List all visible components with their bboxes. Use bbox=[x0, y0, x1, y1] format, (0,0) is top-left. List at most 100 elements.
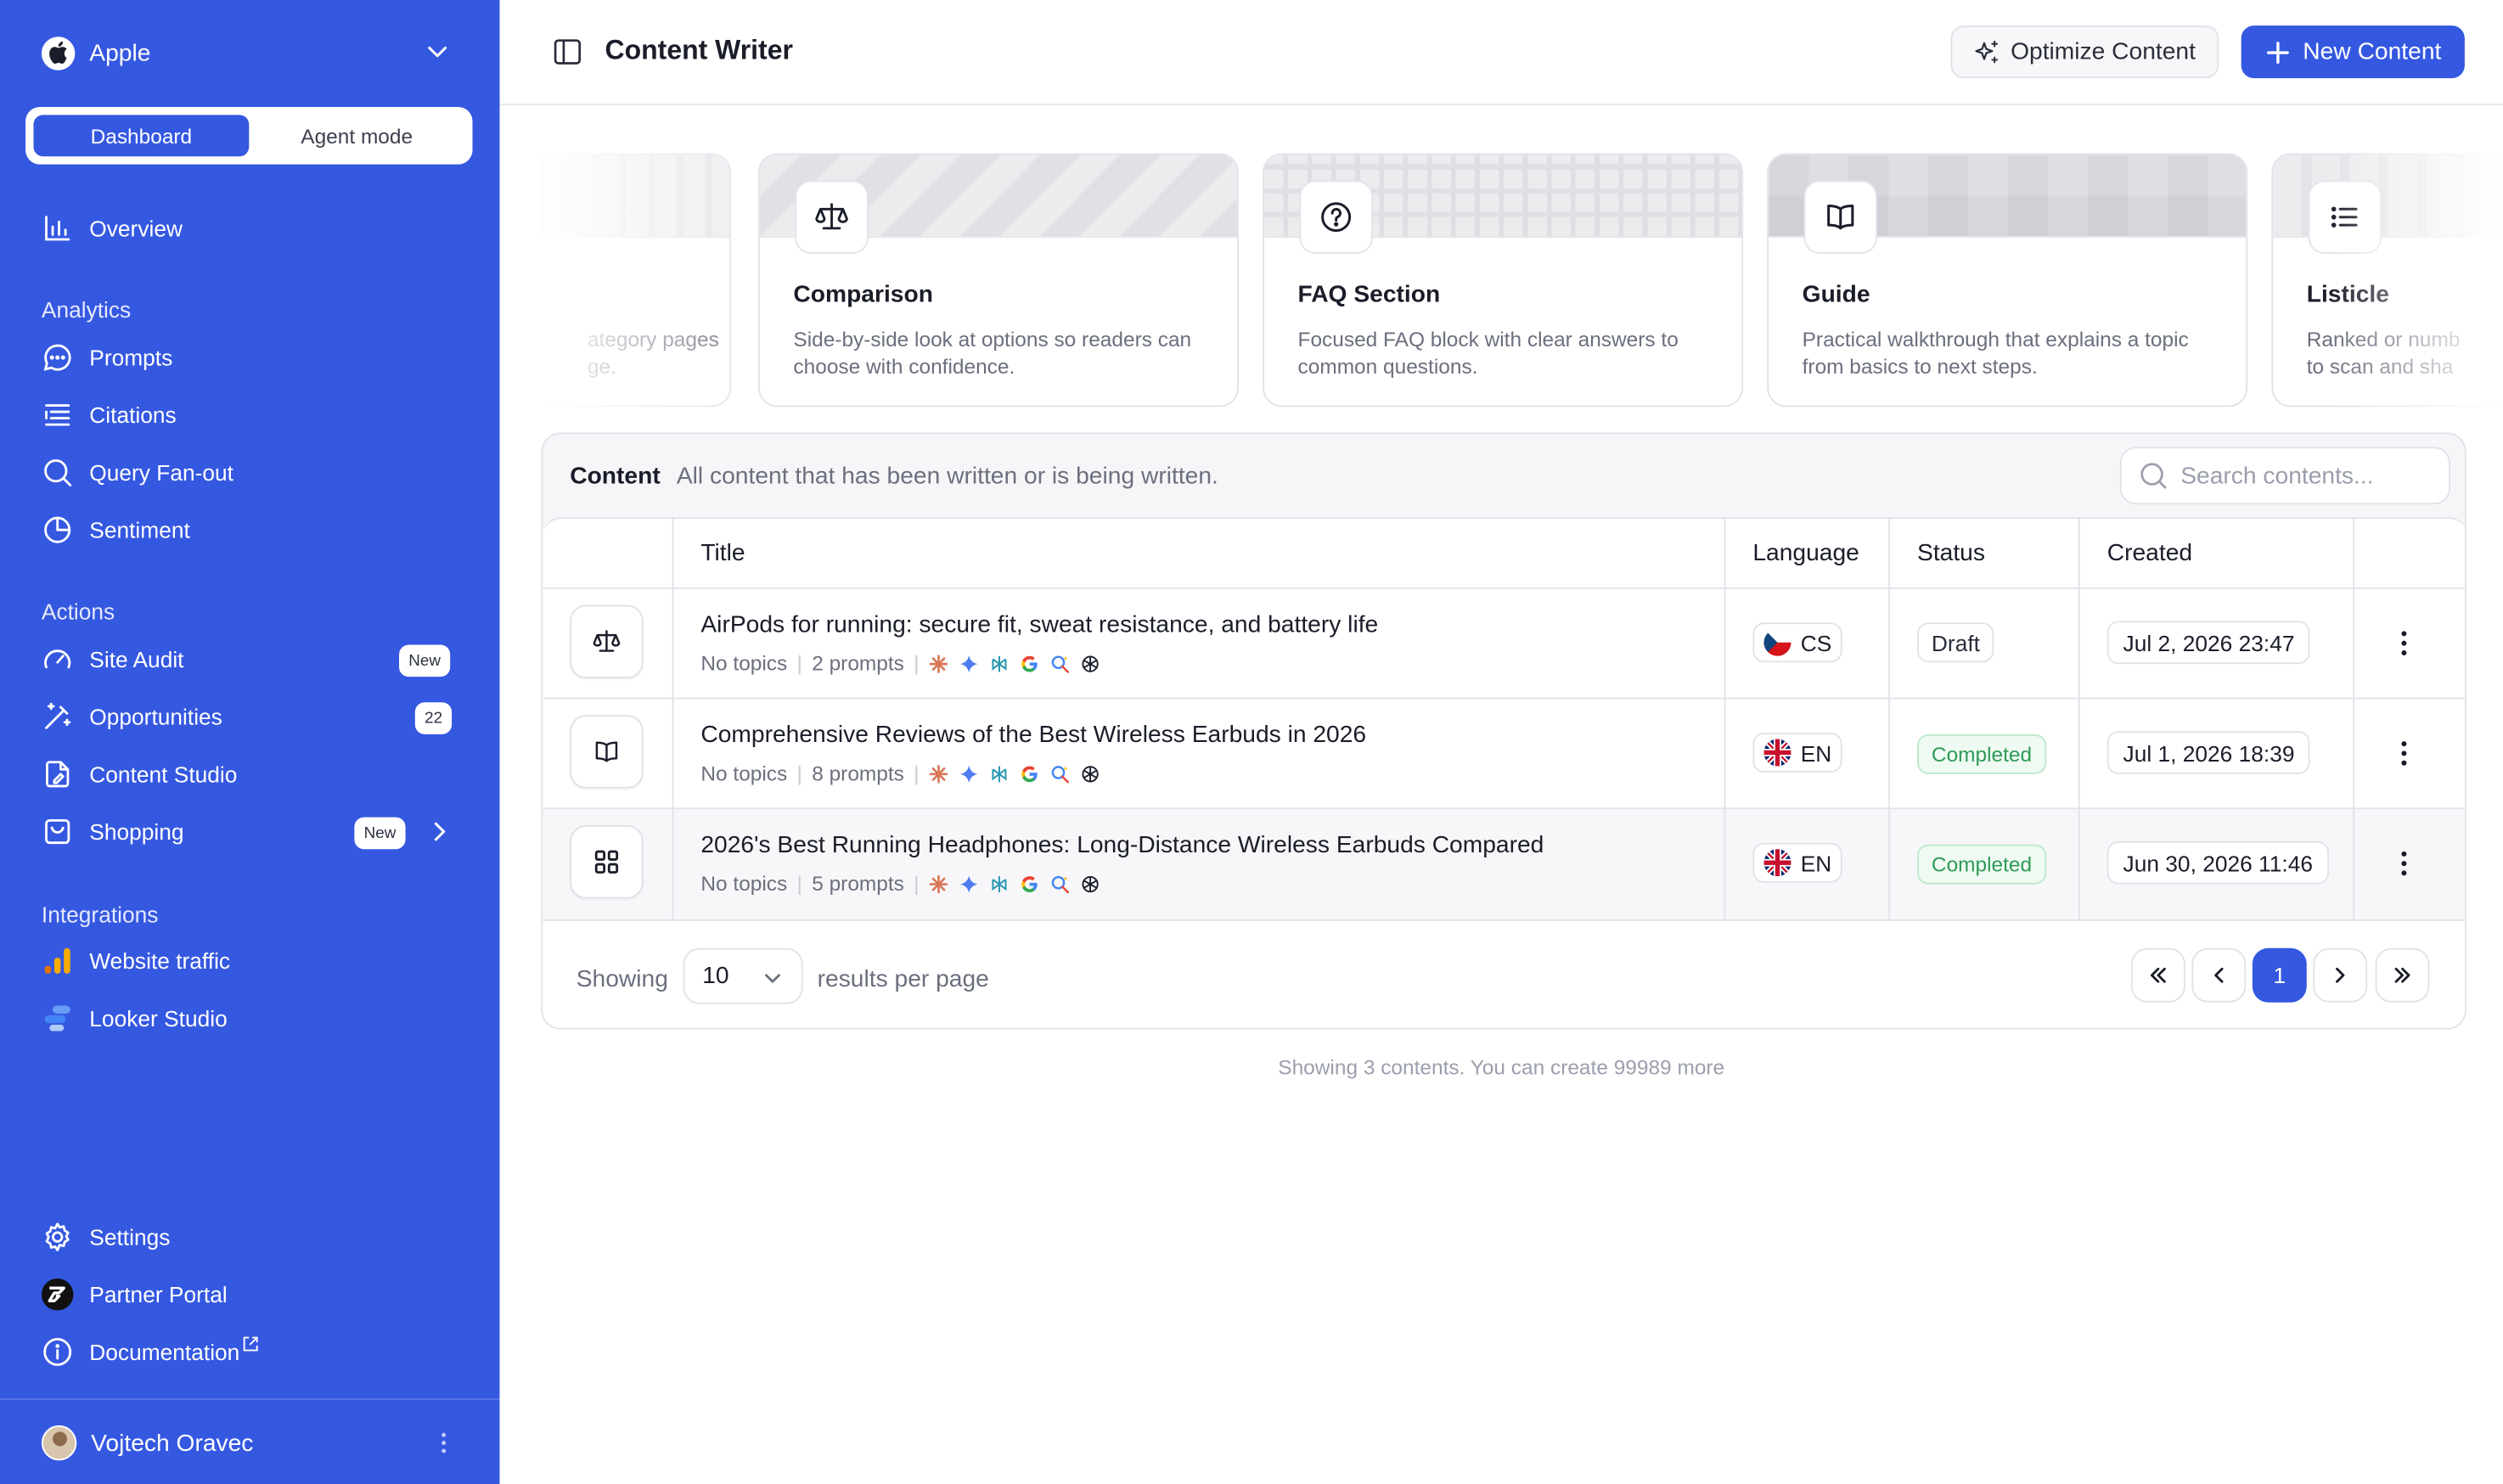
sidebar-item-documentation[interactable]: Documentation bbox=[42, 1335, 460, 1369]
book-icon bbox=[1803, 180, 1877, 254]
sidebar-item-opportunities[interactable]: Opportunities bbox=[42, 699, 460, 734]
pie-chart-icon bbox=[44, 516, 71, 543]
page-button-current[interactable]: 1 bbox=[2252, 947, 2307, 1003]
column-header-language[interactable]: Language bbox=[1752, 539, 1859, 566]
ai-models bbox=[929, 654, 1100, 673]
template-card-faq[interactable]: FAQ Section Focused FAQ block with clear… bbox=[1263, 153, 1744, 408]
sidebar-item-query-fan-out[interactable]: Query Fan-out bbox=[42, 455, 460, 490]
gemini-icon bbox=[959, 764, 979, 784]
meta-separator: | bbox=[914, 871, 920, 896]
sidebar-toggle-icon[interactable] bbox=[553, 37, 583, 67]
column-header-status[interactable]: Status bbox=[1917, 539, 1985, 566]
sidebar-item-content-studio[interactable]: Content Studio bbox=[42, 756, 460, 791]
sidebar-item-sentiment[interactable]: Sentiment bbox=[42, 513, 460, 548]
sidebar-divider bbox=[0, 1397, 500, 1400]
prompts-count: 2 prompts bbox=[812, 651, 904, 676]
content-title-link[interactable]: Comprehensive Reviews of the Best Wirele… bbox=[700, 722, 1366, 749]
sidebar-item-citations[interactable]: Citations bbox=[42, 397, 460, 432]
sidebar-item-label: Partner Portal bbox=[89, 1281, 228, 1307]
sidebar-item-label: Opportunities bbox=[89, 704, 222, 730]
sidebar-item-settings[interactable]: Settings bbox=[42, 1219, 460, 1254]
template-title: Guide bbox=[1802, 280, 1870, 308]
user-menu[interactable]: Vojtech Oravec bbox=[41, 1424, 460, 1462]
chevron-right-icon bbox=[2336, 967, 2345, 983]
search-input[interactable]: Search contents... bbox=[2180, 462, 2373, 489]
language-badge: EN bbox=[1752, 842, 1843, 883]
sidebar-item-looker-studio[interactable]: Looker Studio bbox=[42, 1001, 460, 1036]
page-title: Content Writer bbox=[605, 35, 793, 66]
row-divider bbox=[543, 807, 2465, 810]
meta-separator: | bbox=[914, 761, 920, 786]
perplexity-icon bbox=[989, 654, 1009, 673]
content-header: Content All content that has been writte… bbox=[570, 463, 1218, 490]
content-label: Content bbox=[570, 463, 661, 491]
template-desc: Focused FAQ block with clear answers to … bbox=[1297, 327, 1679, 379]
content-title-link[interactable]: AirPods for running: secure fit, sweat r… bbox=[700, 611, 1378, 638]
ai-models bbox=[929, 764, 1100, 784]
google-icon bbox=[1020, 874, 1039, 893]
claude-icon bbox=[929, 764, 948, 784]
prompts-count: 5 prompts bbox=[812, 871, 904, 896]
sidebar-item-partner-portal[interactable]: Partner Portal bbox=[41, 1277, 460, 1312]
sidebar-item-prompts[interactable]: Prompts bbox=[42, 340, 460, 374]
grid-icon bbox=[570, 825, 644, 899]
column-header-title[interactable]: Title bbox=[700, 539, 745, 566]
template-desc-text: Ranked or numb to scan and sha bbox=[2306, 327, 2461, 379]
mode-agent[interactable]: Agent mode bbox=[249, 115, 464, 156]
col-divider bbox=[2078, 519, 2080, 919]
table-footer: Showing 10 results per page 1 bbox=[543, 919, 2465, 1028]
workspace-switcher[interactable]: Apple bbox=[41, 33, 457, 71]
more-vertical-icon[interactable] bbox=[2399, 739, 2409, 767]
more-vertical-icon[interactable] bbox=[2399, 849, 2409, 878]
prompts-count: 8 prompts bbox=[812, 761, 904, 786]
content-quota-note: Showing 3 contents. You can create 99989… bbox=[1278, 1054, 1725, 1079]
per-page-label: results per page bbox=[817, 965, 989, 993]
more-vertical-icon[interactable] bbox=[441, 1431, 447, 1456]
template-card-guide[interactable]: Guide Practical walkthrough that explain… bbox=[1767, 153, 2248, 408]
analytics-heading: Analytics bbox=[41, 296, 132, 323]
sidebar-item-overview[interactable]: Overview bbox=[42, 211, 460, 245]
template-desc: Side-by-side look at options so readers … bbox=[793, 327, 1192, 379]
sidebar-item-label: Prompts bbox=[89, 345, 173, 371]
search-box[interactable]: Search contents... bbox=[2119, 447, 2450, 505]
sidebar-item-label: Documentation bbox=[89, 1339, 240, 1365]
per-page-select[interactable]: 10 bbox=[683, 947, 803, 1004]
column-header-created[interactable]: Created bbox=[2107, 539, 2192, 566]
template-card-listicle[interactable]: Listicle Ranked or numb to scan and sha bbox=[2271, 153, 2503, 408]
per-page-value: 10 bbox=[702, 962, 729, 990]
mode-dashboard[interactable]: Dashboard bbox=[33, 115, 250, 157]
sidebar-item-website-traffic[interactable]: Website traffic bbox=[42, 943, 460, 978]
gemini-icon bbox=[959, 874, 979, 893]
app: Apple Dashboard Agent mode Overview Anal… bbox=[0, 0, 2503, 1484]
book-icon bbox=[570, 715, 644, 789]
template-card-comparison[interactable]: Comparison Side-by-side look at options … bbox=[758, 153, 1239, 408]
status-badge: Completed bbox=[1917, 844, 2047, 885]
scale-icon bbox=[795, 180, 869, 254]
uk-flag-icon bbox=[1763, 739, 1791, 767]
workspace-name: Apple bbox=[89, 39, 151, 67]
template-title: Comparison bbox=[793, 280, 933, 308]
sidebar-item-site-audit[interactable]: Site Audit bbox=[42, 642, 460, 677]
content-title-link[interactable]: 2026's Best Running Headphones: Long-Dis… bbox=[700, 832, 1544, 859]
meta-separator: | bbox=[796, 651, 802, 676]
chevron-right-icon[interactable] bbox=[428, 820, 450, 842]
created-date: Jun 30, 2026 11:46 bbox=[2106, 840, 2329, 885]
template-card-partial[interactable]: ategory pages ge. bbox=[543, 153, 732, 408]
chat-bubble-icon bbox=[43, 344, 71, 371]
chevrons-left-icon bbox=[2150, 967, 2166, 983]
first-page-button[interactable] bbox=[2130, 947, 2185, 1003]
optimize-content-button[interactable]: Optimize Content bbox=[1950, 25, 2219, 79]
sidebar-item-label: Query Fan-out bbox=[89, 459, 233, 486]
claude-icon bbox=[929, 874, 948, 893]
integrations-heading: Integrations bbox=[41, 902, 159, 928]
last-page-button[interactable] bbox=[2375, 947, 2430, 1003]
ai-models bbox=[929, 874, 1100, 893]
new-content-button[interactable]: New Content bbox=[2241, 25, 2465, 79]
prev-page-button[interactable] bbox=[2191, 947, 2247, 1003]
language-badge: EN bbox=[1752, 732, 1843, 773]
chevron-down-icon bbox=[428, 46, 447, 58]
next-page-button[interactable] bbox=[2313, 947, 2368, 1003]
more-vertical-icon[interactable] bbox=[2399, 629, 2409, 658]
gemini-icon bbox=[959, 654, 979, 673]
meta-separator: | bbox=[796, 761, 802, 786]
